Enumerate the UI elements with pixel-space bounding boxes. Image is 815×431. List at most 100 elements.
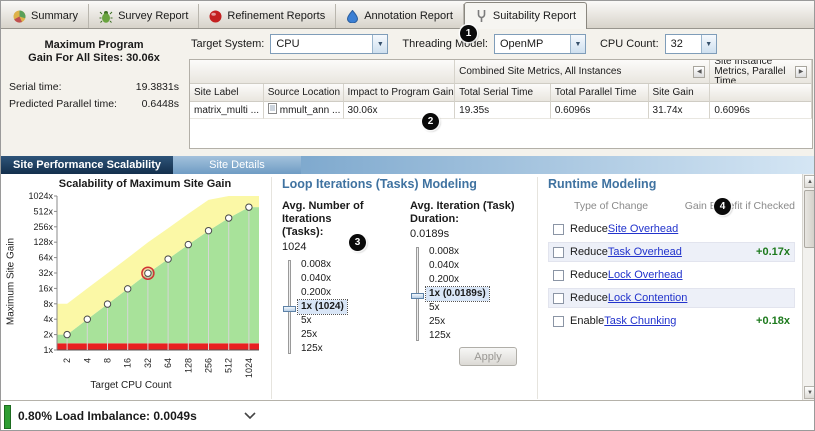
tab-survey-report[interactable]: Survey Report <box>89 4 199 28</box>
scroll-right-icon[interactable]: ▶ <box>795 66 807 78</box>
runtime-modeling-panel: Runtime Modeling Type of Change Gain Ben… <box>537 177 801 399</box>
table-row[interactable]: matrix_multi ... mmult_ann ... 30.06x 19… <box>190 102 812 119</box>
row-prefix: Reduce <box>570 292 608 304</box>
cell-site-label[interactable]: matrix_multi ... <box>190 102 264 119</box>
duration-slider-column: Avg. Iteration (Task) Duration: 0.0189s … <box>410 200 522 356</box>
scrollbar-up-icon[interactable]: ▲ <box>804 175 815 188</box>
lock-overhead-link[interactable]: Lock Overhead <box>608 269 683 281</box>
callout-badge-3: 3 <box>349 234 366 251</box>
tab-summary[interactable]: Summary <box>3 4 89 28</box>
slider-option[interactable]: 0.200x <box>426 273 462 287</box>
cpu-count-combo[interactable]: 32 ▼ <box>665 34 717 54</box>
slider-handle-1[interactable] <box>411 293 424 299</box>
load-imbalance-bar: 0.80% Load Imbalance: 0.0049s <box>1 400 815 431</box>
tab-annotation-report[interactable]: Annotation Report <box>336 4 464 28</box>
collapse-chevron-icon[interactable] <box>244 410 256 422</box>
task-overhead-checkbox[interactable] <box>553 247 564 258</box>
site-subtabs: Site Performance Scalability Site Detail… <box>1 156 815 174</box>
scalability-chart: Scalability of Maximum Site Gain Maximum… <box>3 176 267 398</box>
scalability-chart-svg: 1x2x4x8x16x32x64x128x256x512x1024x248163… <box>13 192 263 388</box>
svg-text:8: 8 <box>103 358 113 363</box>
target-system-combo[interactable]: CPU ▼ <box>270 34 388 54</box>
svg-text:256x: 256x <box>33 222 53 232</box>
task-overhead-link[interactable]: Task Overhead <box>608 246 682 258</box>
scrollbar-thumb[interactable] <box>804 190 815 248</box>
tab-label: Summary <box>31 10 78 22</box>
gain-benefit-value: +0.17x <box>756 246 790 258</box>
slider-option[interactable]: 5x <box>298 314 315 328</box>
slider-option[interactable]: 1x (0.0189s) <box>426 287 489 301</box>
svg-text:1x: 1x <box>43 345 53 355</box>
threading-model-combo[interactable]: OpenMP ▼ <box>494 34 586 54</box>
cell-site-gain[interactable]: 31.74x <box>649 102 711 119</box>
serial-time-value: 19.3831s <box>136 81 179 93</box>
program-gain-title: Maximum Program Gain For All Sites: 30.0… <box>9 39 179 65</box>
column-header-site-label[interactable]: Site Label <box>190 84 264 102</box>
tab-label: Annotation Report <box>364 10 453 22</box>
svg-text:32x: 32x <box>38 268 53 278</box>
slider-option[interactable]: 125x <box>426 329 454 343</box>
group-header-combined: Combined Site Metrics, All Instances ◀ <box>455 60 710 84</box>
cell-source-location-text: mmult_ann ... <box>280 105 341 116</box>
scrollbar-down-icon[interactable]: ▼ <box>804 386 815 399</box>
site-overhead-checkbox[interactable] <box>553 224 564 235</box>
slider-handle-0[interactable] <box>283 306 296 312</box>
task-chunking-checkbox[interactable] <box>553 316 564 327</box>
svg-text:1024x: 1024x <box>28 192 53 201</box>
tab-label: Survey Report <box>118 10 188 22</box>
slider-option[interactable]: 0.040x <box>298 272 334 286</box>
dropdown-arrow-icon[interactable]: ▼ <box>570 35 585 53</box>
slider-option[interactable]: 1x (1024) <box>298 300 347 314</box>
slider-option[interactable]: 0.200x <box>298 286 334 300</box>
iterations-slider[interactable] <box>282 258 298 356</box>
slider-option[interactable]: 0.008x <box>298 258 334 272</box>
cell-total-parallel-time[interactable]: 0.6096s <box>551 102 649 119</box>
svg-text:2: 2 <box>62 358 72 363</box>
cell-source-location[interactable]: mmult_ann ... <box>264 102 344 119</box>
loop-modeling-title: Loop Iterations (Tasks) Modeling <box>282 177 529 191</box>
row-prefix: Reduce <box>570 269 608 281</box>
site-overhead-link[interactable]: Site Overhead <box>608 223 678 235</box>
column-header-impact[interactable]: Impact to Program Gain <box>344 84 456 102</box>
row-prefix: Enable <box>570 315 604 327</box>
cell-instance-parallel-time[interactable]: 0.6096s <box>710 102 812 119</box>
tab-site-performance-scalability[interactable]: Site Performance Scalability <box>1 156 173 174</box>
slider-option[interactable]: 25x <box>426 315 448 329</box>
column-header-total-serial-time[interactable]: Total Serial Time <box>455 84 551 102</box>
slider-option[interactable]: 0.008x <box>426 245 462 259</box>
column-header-site-gain[interactable]: Site Gain <box>649 84 711 102</box>
svg-text:64x: 64x <box>38 253 53 263</box>
column-header-source-location[interactable]: Source Location <box>264 84 344 102</box>
apply-button[interactable]: Apply <box>459 347 517 366</box>
iterations-label: Avg. Number of Iterations (Tasks): <box>282 200 394 239</box>
dropdown-arrow-icon[interactable]: ▼ <box>701 35 716 53</box>
modeling-sliders: Avg. Number of Iterations (Tasks): 1024 … <box>282 200 529 356</box>
vertical-scrollbar[interactable]: ▲ ▼ <box>802 174 815 400</box>
duration-value: 0.0189s <box>410 228 522 240</box>
slider-option[interactable]: 25x <box>298 328 320 342</box>
cell-total-serial-time[interactable]: 19.35s <box>455 102 551 119</box>
cell-impact[interactable]: 30.06x <box>344 102 456 119</box>
dropdown-arrow-icon[interactable]: ▼ <box>372 35 387 53</box>
lock-contention-checkbox[interactable] <box>553 293 564 304</box>
column-header-instance-parallel-time[interactable] <box>710 84 812 102</box>
slider-option[interactable]: 0.040x <box>426 259 462 273</box>
svg-text:512: 512 <box>224 358 234 373</box>
column-header-total-parallel-time[interactable]: Total Parallel Time <box>551 84 649 102</box>
site-metrics-table: Combined Site Metrics, All Instances ◀ S… <box>189 59 813 149</box>
iterations-slider-column: Avg. Number of Iterations (Tasks): 1024 … <box>282 200 394 356</box>
slider-option[interactable]: 125x <box>298 342 326 356</box>
lock-overhead-checkbox[interactable] <box>553 270 564 281</box>
tab-site-details[interactable]: Site Details <box>173 156 301 174</box>
slider-option[interactable]: 5x <box>426 301 443 315</box>
cpu-count-label: CPU Count: <box>600 38 659 50</box>
task-chunking-link[interactable]: Task Chunking <box>604 315 676 327</box>
tab-refinement-reports[interactable]: Refinement Reports <box>199 4 336 28</box>
runtime-row: Reduce Lock Contention <box>548 288 795 308</box>
chart-title: Scalability of Maximum Site Gain <box>33 178 257 190</box>
scroll-left-icon[interactable]: ◀ <box>693 66 705 78</box>
duration-slider[interactable] <box>410 245 426 343</box>
tab-suitability-report[interactable]: Suitability Report <box>464 2 587 29</box>
refinement-reports-icon <box>209 10 222 23</box>
lock-contention-link[interactable]: Lock Contention <box>608 292 688 304</box>
